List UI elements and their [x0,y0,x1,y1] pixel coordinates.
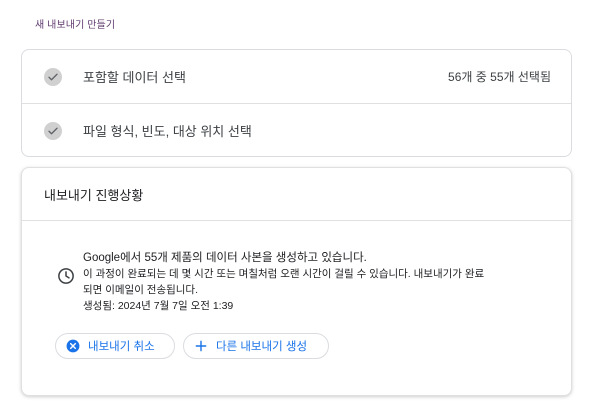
plus-icon [194,339,208,353]
progress-header: 내보내기 진행상황 [22,168,571,221]
progress-title: 내보내기 진행상황 [44,188,144,203]
export-progress-card: 내보내기 진행상황 Google에서 55개 제품의 데이터 사본을 생성하고 … [21,167,572,396]
steps-card: 포함할 데이터 선택 56개 중 55개 선택됨 파일 형식, 빈도, 대상 위… [21,49,572,157]
create-another-export-label: 다른 내보내기 생성 [216,341,308,353]
progress-message: Google에서 55개 제품의 데이터 사본을 생성하고 있습니다. 이 과정… [83,250,553,314]
step-label: 포함할 데이터 선택 [83,70,186,85]
page-title: 새 내보내기 만들기 [35,20,116,31]
selected-count: 56개 중 55개 선택됨 [448,70,551,84]
check-icon [44,121,62,140]
cancel-export-button[interactable]: 내보내기 취소 [55,333,175,359]
cancel-export-label: 내보내기 취소 [88,341,155,353]
clock-icon [57,267,75,285]
step-label: 파일 형식, 빈도, 대상 위치 선택 [83,124,252,139]
progress-detail-line: 이 과정이 완료되는 데 몇 시간 또는 며칠처럼 오랜 시간이 걸릴 수 있습… [83,268,485,280]
create-another-export-button[interactable]: 다른 내보내기 생성 [183,333,329,359]
check-icon [44,67,62,86]
progress-detail-line: 되면 이메일이 전송됩니다. [83,284,199,296]
created-timestamp: 생성됨: 2024년 7월 7일 오전 1:39 [83,300,234,312]
cancel-icon [66,339,80,353]
progress-headline: Google에서 55개 제품의 데이터 사본을 생성하고 있습니다. [83,252,367,264]
step-file-format[interactable]: 파일 형식, 빈도, 대상 위치 선택 [22,104,571,157]
step-select-data[interactable]: 포함할 데이터 선택 56개 중 55개 선택됨 [22,50,571,104]
